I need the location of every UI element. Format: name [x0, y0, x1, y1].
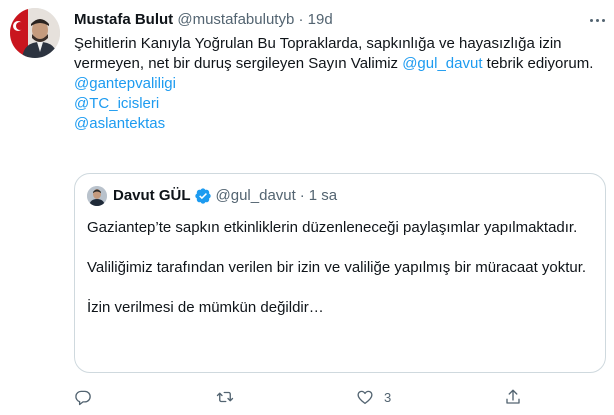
author-name[interactable]: Mustafa Bulut: [74, 11, 173, 28]
quoted-header-separator: ·: [299, 187, 305, 204]
quoted-avatar-image: [87, 186, 107, 206]
header-separator: ·: [298, 11, 304, 28]
tweet[interactable]: Mustafa Bulut @mustafabulutyb · 19d Şehi…: [0, 0, 614, 415]
tweet-time[interactable]: 19d: [308, 11, 333, 28]
quoted-author-handle: @gul_davut: [215, 187, 296, 204]
mention-link[interactable]: @TC_icisleri: [74, 94, 604, 114]
quoted-time: 1 sa: [308, 187, 338, 204]
quoted-paragraph: Valiliğimiz tarafından verilen bir izin …: [87, 259, 587, 276]
quoted-paragraph: Gaziantep’te sapkın etkinliklerin düzenl…: [87, 219, 578, 236]
author-avatar[interactable]: [10, 8, 60, 58]
mention-link[interactable]: @gantepvaliligi: [74, 74, 604, 94]
tweet-header: Mustafa Bulut @mustafabulutyb · 19d: [74, 10, 333, 30]
quoted-author-avatar: [87, 186, 107, 206]
quoted-tweet[interactable]: Davut GÜL @gul_davut · 1 sa Gaziantep’te…: [74, 173, 606, 373]
quoted-paragraph: İzin verilmesi de mümkün değildir…: [87, 299, 324, 316]
like-button[interactable]: 3: [356, 386, 391, 408]
quoted-text: Gaziantep’te sapkın etkinliklerin düzenl…: [87, 218, 592, 318]
verified-icon: [194, 188, 211, 204]
tweet-paragraph: Şehitlerin Kanıyla Yoğrulan Bu Topraklar…: [74, 34, 604, 74]
mention-link-inline[interactable]: @gul_davut: [402, 55, 482, 72]
quoted-author-name: Davut GÜL: [113, 187, 191, 204]
author-handle[interactable]: @mustafabulutyb: [177, 11, 294, 28]
quoted-header: Davut GÜL @gul_davut · 1 sa: [113, 186, 337, 206]
reply-icon: [75, 390, 91, 406]
retweet-button[interactable]: [216, 386, 244, 408]
tweet-actions: 3: [74, 386, 604, 408]
share-button[interactable]: [504, 386, 532, 408]
more-icon[interactable]: [588, 12, 608, 30]
tweet-text-end: tebrik ediyorum.: [482, 55, 594, 72]
share-icon: [506, 389, 520, 404]
mention-link[interactable]: @aslantektas: [74, 114, 604, 134]
tweet-text: Şehitlerin Kanıyla Yoğrulan Bu Topraklar…: [74, 34, 604, 134]
retweet-icon: [216, 391, 234, 403]
like-icon: [357, 390, 373, 405]
reply-button[interactable]: [74, 386, 102, 408]
like-count: 3: [384, 389, 392, 405]
avatar-image: [10, 8, 60, 58]
